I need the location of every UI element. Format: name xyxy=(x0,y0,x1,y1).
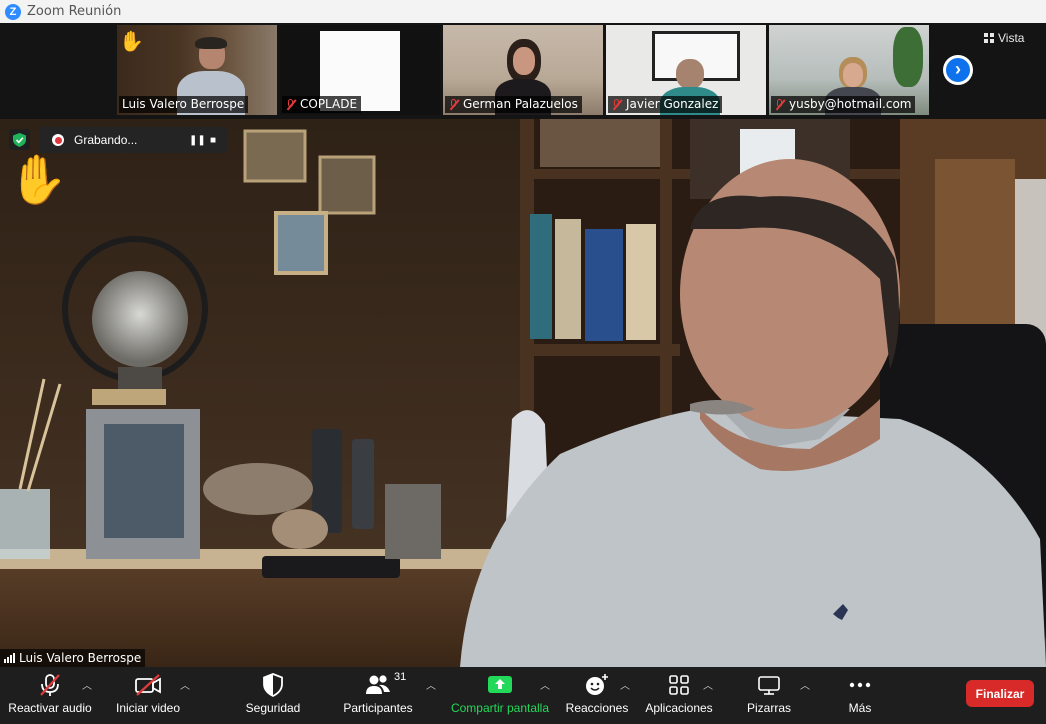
pause-recording-button[interactable]: ❚❚ xyxy=(189,135,206,146)
chevron-right-icon: › xyxy=(946,58,970,82)
end-meeting-button[interactable]: Finalizar xyxy=(966,680,1034,707)
whiteboard-icon xyxy=(757,670,781,700)
participant-name: German Palazuelos xyxy=(445,96,582,113)
participant-tile-5[interactable]: yusby@hotmail.com xyxy=(769,25,929,115)
title-bar: Z Zoom Reunión xyxy=(0,0,1046,23)
more-button[interactable]: Más xyxy=(840,667,880,724)
mic-off-icon xyxy=(37,670,63,700)
participants-count: 31 xyxy=(394,671,407,683)
raised-hand-icon: ✋ xyxy=(119,31,144,53)
share-arrow-icon xyxy=(487,670,513,700)
active-speaker-video: Grabando... ❚❚ ■ ✋ Luis Valero Berrospe xyxy=(0,119,1046,667)
meeting-toolbar: Reactivar audio ︿ Iniciar video ︿ Seguri… xyxy=(0,667,1046,724)
view-button-label: Vista xyxy=(998,31,1025,45)
whiteboards-button[interactable]: Pizarras xyxy=(744,667,794,724)
share-screen-button[interactable]: Compartir pantalla xyxy=(450,667,550,724)
grid-view-icon xyxy=(984,33,994,43)
participant-name: yusby@hotmail.com xyxy=(771,96,916,113)
more-dots-icon xyxy=(849,670,871,700)
record-dot-icon xyxy=(52,134,64,146)
share-options-caret[interactable]: ︿ xyxy=(540,677,550,692)
participant-tile-3[interactable]: German Palazuelos xyxy=(443,25,603,115)
participant-tile-1[interactable]: ✋ Luis Valero Berrospe xyxy=(117,25,277,115)
whiteboards-options-caret[interactable]: ︿ xyxy=(800,677,810,692)
security-button[interactable]: Seguridad xyxy=(240,667,306,724)
audio-options-caret[interactable]: ︿ xyxy=(82,677,92,692)
smiley-plus-icon xyxy=(584,670,610,700)
apps-options-caret[interactable]: ︿ xyxy=(703,677,713,692)
recording-indicator: Grabando... ❚❚ ■ xyxy=(40,127,227,153)
apps-grid-icon xyxy=(668,670,690,700)
mic-muted-icon xyxy=(774,98,786,111)
participants-options-caret[interactable]: ︿ xyxy=(426,677,436,692)
security-shield-icon[interactable] xyxy=(9,129,30,150)
speaker-name-label: Luis Valero Berrospe xyxy=(0,649,146,667)
participant-strip: ✋ Luis Valero Berrospe COPLADE German Pa… xyxy=(0,23,1046,119)
shield-icon xyxy=(262,670,284,700)
signal-strength-icon xyxy=(4,653,15,663)
view-button[interactable]: Vista xyxy=(984,31,1024,45)
reactions-button[interactable]: Reacciones xyxy=(566,667,628,724)
participant-name: Luis Valero Berrospe xyxy=(119,96,249,113)
next-page-button[interactable]: › xyxy=(943,55,973,85)
participant-tile-4[interactable]: Javier Gonzalez xyxy=(606,25,766,115)
unmute-audio-button[interactable]: Reactivar audio xyxy=(8,667,92,724)
video-options-caret[interactable]: ︿ xyxy=(180,677,190,692)
mic-muted-icon xyxy=(285,98,297,111)
window-title: Zoom Reunión xyxy=(27,4,122,19)
mic-muted-icon xyxy=(611,98,623,111)
apps-button[interactable]: Aplicaciones xyxy=(644,667,714,724)
reactions-options-caret[interactable]: ︿ xyxy=(620,677,630,692)
participant-name: COPLADE xyxy=(282,96,362,113)
video-off-icon xyxy=(134,670,162,700)
recording-label: Grabando... xyxy=(74,133,138,147)
people-icon xyxy=(365,670,391,700)
mic-muted-icon xyxy=(448,98,460,111)
zoom-logo-icon: Z xyxy=(5,3,21,20)
raised-hand-icon: ✋ xyxy=(8,154,68,207)
participant-tile-2[interactable]: COPLADE xyxy=(280,25,440,115)
stop-recording-button[interactable]: ■ xyxy=(205,135,221,146)
start-video-button[interactable]: Iniciar video xyxy=(112,667,184,724)
participant-name: Javier Gonzalez xyxy=(608,96,723,113)
speaker-video-feed xyxy=(0,119,1046,667)
